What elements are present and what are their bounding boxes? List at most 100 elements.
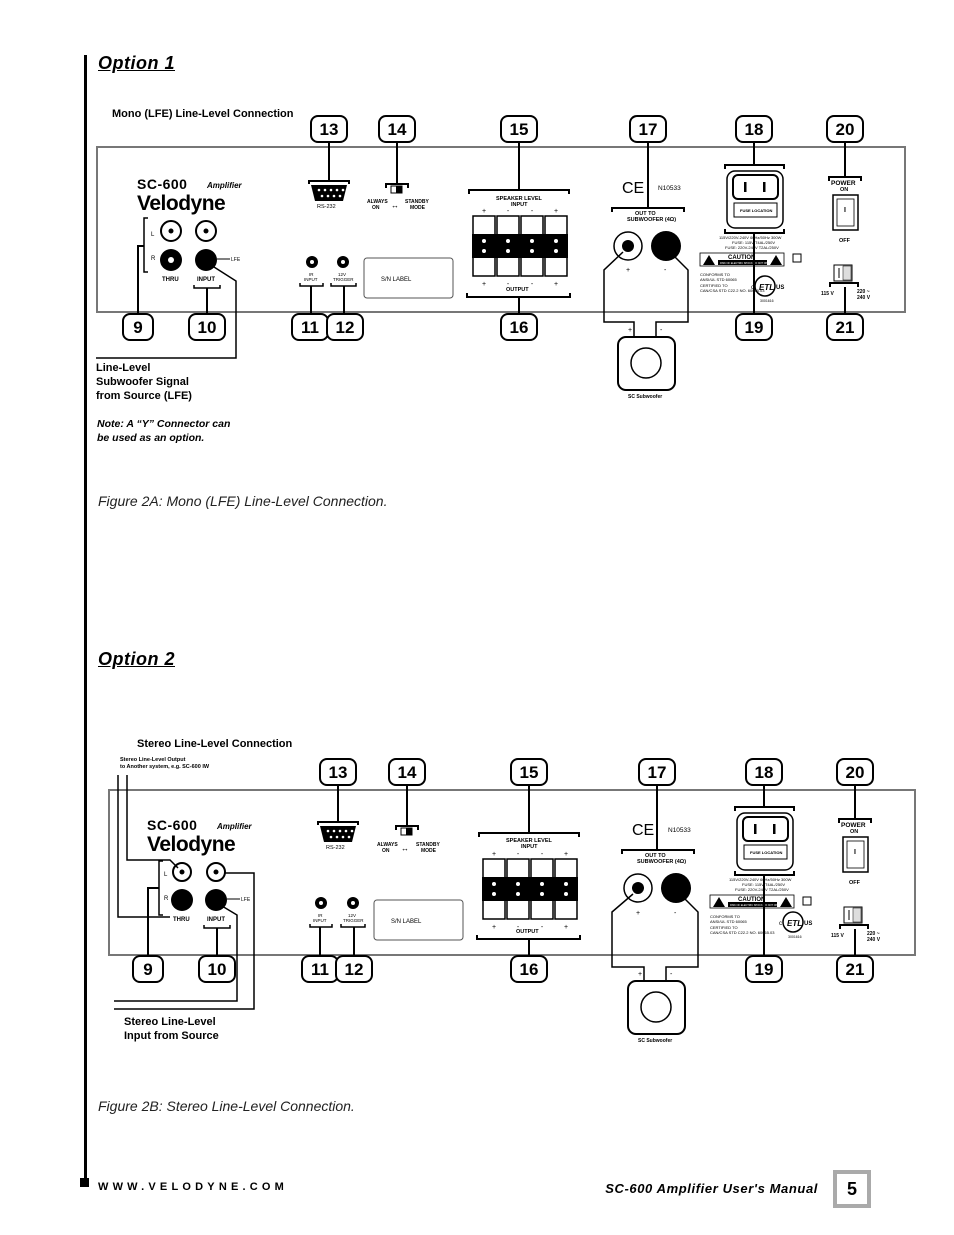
callout-number: 16	[510, 318, 529, 337]
switch-arrows-icon: ↔	[391, 201, 399, 210]
footer-website: WWW.VELODYNE.COM	[98, 1181, 289, 1193]
power-on-label: ON	[840, 187, 848, 193]
caution-text-2: CAUTION	[738, 897, 765, 903]
callout-number: 10	[198, 318, 217, 337]
plus-label-2: +	[636, 910, 640, 917]
fuse-rating-230: FUSE: 220V-240V T2AL/250V	[725, 245, 779, 250]
callout-14: 14	[388, 758, 426, 786]
thru-right-jack-2[interactable]	[171, 889, 193, 911]
speaker-terminal[interactable]: --	[496, 208, 520, 288]
label-right-2: R	[164, 896, 169, 902]
polarity-top: +	[564, 851, 568, 858]
standby-mode-switch-2[interactable]: ALWAYS ON ↔ STANDBY MODE	[377, 825, 440, 854]
standby-mode-switch[interactable]: ALWAYS ON ↔ STANDBY MODE	[367, 183, 429, 211]
speaker-level-terminals[interactable]: SPEAKER LEVEL INPUT ++----++ OUTPUT	[466, 189, 571, 298]
callout-number: 17	[639, 120, 658, 139]
note-line-2: be used as an option.	[97, 432, 205, 444]
polarity-top: +	[492, 851, 496, 858]
callout-11: 11	[301, 955, 339, 983]
callout-10: 10	[198, 955, 236, 983]
speaker-output-label: OUTPUT	[506, 287, 529, 293]
callout-15: 15	[510, 758, 548, 786]
callout-number: 14	[388, 120, 407, 139]
callout-number: 21	[836, 318, 855, 337]
sub-out-minus-terminal[interactable]	[651, 231, 681, 261]
lfe-source-label-1: Line-Level	[96, 362, 150, 374]
input-label: INPUT	[197, 277, 215, 283]
rs232-port-2[interactable]: RS-232	[317, 821, 359, 851]
speaker-terminal[interactable]: ++	[472, 208, 496, 288]
ir-input-jack-2[interactable]: IR INPUT	[309, 897, 333, 928]
input-lfe-jack[interactable]	[195, 249, 217, 271]
ir-label-b2: INPUT	[313, 918, 327, 923]
always-on-label-b2: ON	[382, 848, 390, 854]
model-name-2: SC-600	[147, 817, 197, 833]
subwoofer-icon	[617, 336, 676, 391]
power-inlet-2[interactable]: FUSE LOCATION 115V/220V-240V 60Hz/50Hz 3…	[729, 806, 795, 892]
voltage-115-label-2: 115 V	[831, 933, 844, 939]
ce-code: N10533	[658, 185, 681, 192]
trigger-jack-2[interactable]: 12V TRIGGER	[340, 897, 366, 928]
thru-label-2: THRU	[173, 917, 190, 923]
callout-17: 17	[638, 758, 676, 786]
out-to-sub-label-2: SUBWOOFER (4Ω)	[627, 217, 676, 223]
note-line-1: Note: A “Y” Connector can	[97, 418, 231, 430]
fuse-location-label: FUSE LOCATION	[740, 208, 772, 213]
speaker-input-label-b2: INPUT	[521, 844, 538, 850]
serial-number-label: S/N LABEL	[381, 277, 412, 283]
callout-18: 18	[745, 758, 783, 786]
rs232-port[interactable]: RS-232	[308, 180, 350, 210]
callout-number: 18	[745, 120, 764, 139]
callout-number: 15	[510, 120, 529, 139]
callout-16: 16	[510, 955, 548, 983]
polarity-bottom: +	[554, 281, 558, 288]
caution-subtext: RISK OF ELECTRIC SHOCK DO NOT OPEN	[720, 262, 771, 265]
callout-number: 17	[648, 763, 667, 782]
y-connector-note: Note: A “Y” Connector can be used as an …	[97, 417, 230, 445]
speaker-terminal[interactable]: --	[506, 851, 530, 931]
callout-number: 20	[836, 120, 855, 139]
trigger-jack[interactable]: 12V TRIGGER	[330, 256, 357, 287]
speaker-wire-minus	[655, 254, 689, 337]
callout-number: 15	[520, 763, 539, 782]
subwoofer-icon-2	[627, 980, 686, 1035]
callout-21: 21	[836, 955, 874, 983]
power-switch-2[interactable]: POWER ON I OFF	[838, 818, 872, 886]
callout-20: 20	[836, 758, 874, 786]
callout-20: 20	[826, 115, 864, 143]
power-inlet[interactable]: FUSE LOCATION 115V/220V-240V 60Hz/50Hz 3…	[719, 164, 785, 250]
power-switch[interactable]: POWER ON I OFF	[828, 176, 862, 244]
speaker-terminal[interactable]: ++	[544, 208, 568, 288]
speaker-level-terminals-2[interactable]: SPEAKER LEVEL INPUT ++----++ OUTPUT	[476, 832, 581, 940]
polarity-bottom: +	[564, 924, 568, 931]
figure-2b-svg: Stereo Line-Level Connection Stereo Line…	[108, 738, 916, 1044]
model-name: SC-600	[137, 176, 187, 192]
model-suffix: Amplifier	[206, 181, 243, 190]
ir-input-jack[interactable]: IR INPUT	[299, 256, 324, 287]
callout-number: 13	[329, 763, 348, 782]
speaker-terminal[interactable]: --	[530, 851, 554, 931]
conforms-text-b4: CAN/CSA STD C22.2 NO. 60065.03	[710, 930, 775, 935]
callout-18: 18	[735, 115, 773, 143]
sub-out-minus-terminal-2[interactable]	[661, 873, 691, 903]
input-label-2: INPUT	[207, 917, 225, 923]
power-on-label-2: ON	[850, 829, 858, 835]
lfe-label-2: LFE	[241, 897, 251, 903]
speaker-terminal[interactable]: --	[520, 208, 544, 288]
stereo-output-note-2: to Another system, e.g. SC-600 IW	[120, 764, 210, 770]
page-number: 5	[833, 1170, 871, 1208]
caution-subtext-2: RISK OF ELECTRIC SHOCK DO NOT OPEN	[730, 904, 781, 907]
brand-logo-2: Velodyne	[147, 833, 235, 856]
conforms-text-2: ANSI/UL STD 60065	[700, 277, 738, 282]
always-on-label-2: ON	[372, 205, 380, 211]
power-i-mark-2: I	[854, 849, 856, 856]
figure-2a-caption: Figure 2A: Mono (LFE) Line-Level Connect…	[98, 493, 388, 509]
etl-c-2: c	[779, 921, 782, 927]
sub-minus-label-2: -	[670, 971, 673, 978]
callout-9: 9	[122, 313, 154, 341]
minus-label: -	[664, 267, 667, 274]
speaker-terminal[interactable]: ++	[482, 851, 506, 931]
speaker-terminal[interactable]: ++	[554, 851, 578, 931]
etl-listed-mark-icon: ETL c US 3001616	[751, 275, 784, 303]
polarity-top: -	[531, 208, 534, 215]
